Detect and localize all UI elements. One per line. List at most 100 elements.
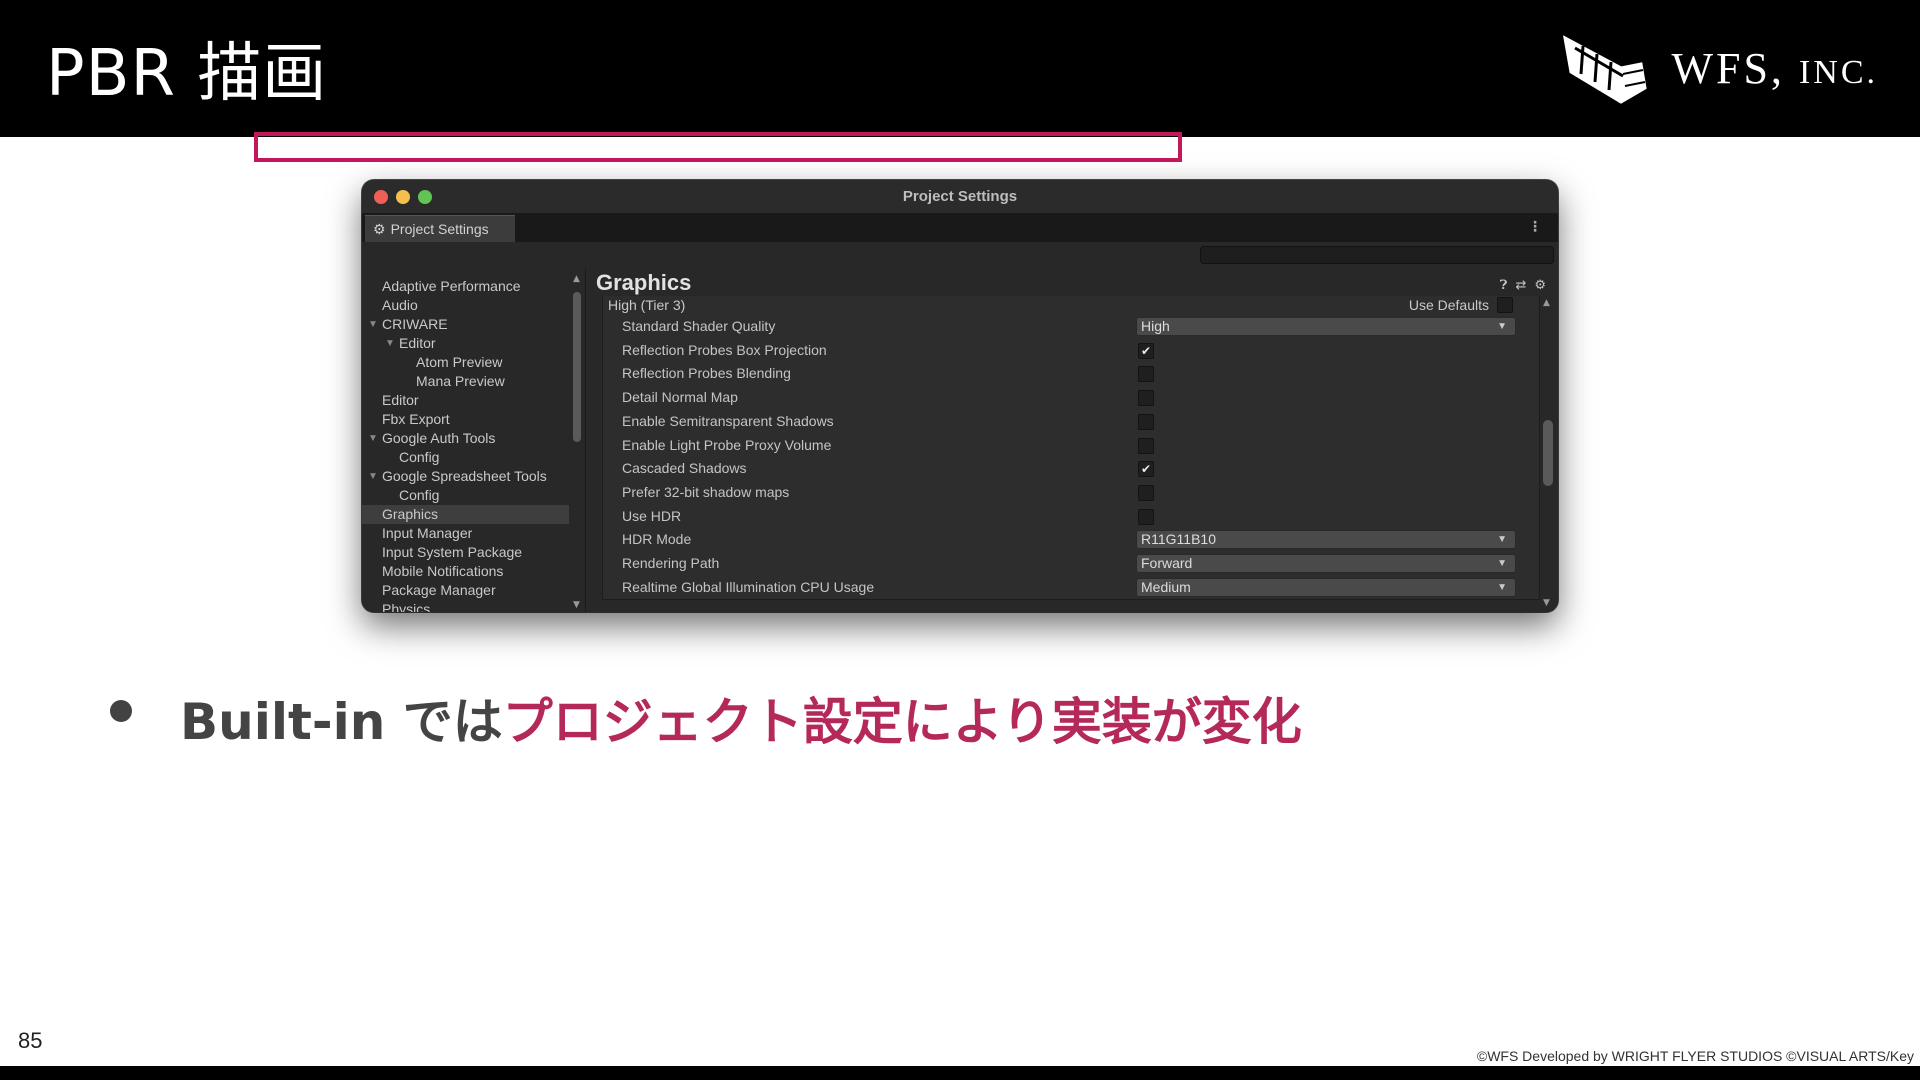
property-dropdown[interactable]: High ▼ (1136, 317, 1516, 336)
checkmark-icon: ✔ (1140, 462, 1152, 477)
property-label: HDR Mode (622, 531, 692, 548)
dropdown-caret-icon: ▼ (1497, 558, 1507, 569)
property-row: Use HDR (622, 507, 1522, 527)
foldout-arrow-icon[interactable]: ▼ (368, 315, 378, 334)
sidebar-item[interactable]: Config (362, 486, 569, 505)
property-dropdown[interactable]: Medium ▼ (1136, 577, 1516, 597)
footer-bar (0, 1066, 1920, 1080)
property-checkbox[interactable] (1138, 366, 1154, 383)
property-dropdown[interactable]: R11G11B10 ▼ (1136, 530, 1516, 550)
sidebar-item-label: Google Auth Tools (382, 430, 496, 446)
property-row: Cascaded Shadows ✔ (622, 459, 1522, 479)
dropdown-value: Forward (1141, 555, 1193, 571)
sidebar-item-label: Google Spreadsheet Tools (382, 468, 547, 484)
sidebar-item[interactable]: Graphics (362, 505, 569, 524)
scroll-up-arrow-icon[interactable]: ▲ (1543, 298, 1550, 308)
sidebar-item[interactable]: Physics (362, 600, 569, 612)
property-row: Prefer 32-bit shadow maps (622, 483, 1522, 503)
sidebar-item-label: Audio (382, 297, 418, 313)
sidebar-item-label: CRIWARE (382, 316, 448, 332)
standard-shader-quality-highlight (254, 132, 1182, 162)
sidebar-item-label: Atom Preview (416, 354, 503, 370)
sidebar-item[interactable]: Fbx Export (362, 410, 569, 429)
sidebar-item[interactable]: Atom Preview (362, 353, 569, 372)
property-row: Enable Light Probe Proxy Volume (622, 436, 1522, 456)
sidebar-item[interactable]: Mobile Notifications (362, 562, 569, 581)
sidebar-item-label: Editor (399, 335, 436, 351)
sidebar-item[interactable]: ▼ Google Spreadsheet Tools (362, 467, 569, 486)
bullet-text-lead: Built-in では (180, 693, 503, 751)
sidebar-scrollbar[interactable]: ▲ ▼ (570, 268, 584, 612)
sidebar-item[interactable]: Audio (362, 296, 569, 315)
sidebar-item[interactable]: Mana Preview (362, 372, 569, 391)
bullet-text-emphasis: プロジェクト設定により実装が変化 (502, 693, 1302, 751)
more-options-icon[interactable]: ⋮ (1528, 219, 1542, 235)
use-defaults-checkbox[interactable] (1497, 297, 1513, 313)
sidebar-item[interactable]: Adaptive Performance (362, 277, 569, 296)
dropdown-caret-icon: ▼ (1497, 534, 1507, 546)
dropdown-caret-icon: ▼ (1497, 581, 1507, 593)
property-label: Enable Semitransparent Shadows (622, 412, 834, 429)
company-name: WFS, INC. (1671, 43, 1878, 94)
settings-gear-icon[interactable]: ⚙ (1534, 278, 1546, 293)
dropdown-value: R11G11B10 (1141, 531, 1216, 548)
sidebar-item[interactable]: Package Manager (362, 581, 569, 600)
property-checkbox[interactable] (1138, 413, 1154, 430)
sidebar-item-label: Config (399, 487, 440, 503)
scroll-down-arrow-icon[interactable]: ▼ (1543, 598, 1550, 608)
property-row: Reflection Probes Blending (622, 364, 1522, 384)
foldout-arrow-icon[interactable]: ▼ (385, 334, 395, 353)
tab-project-settings[interactable]: ⚙ Project Settings (365, 215, 515, 242)
sidebar-item[interactable]: ▼ CRIWARE (362, 315, 569, 334)
sidebar-scroll-thumb[interactable] (573, 292, 581, 442)
dropdown-value: Medium (1141, 578, 1191, 595)
search-row: 🔍︎ (362, 242, 1558, 268)
property-checkbox[interactable] (1138, 390, 1154, 407)
property-row: HDR Mode R11G11B10 ▼ (622, 530, 1522, 550)
foldout-arrow-icon[interactable]: ▼ (368, 429, 378, 448)
scroll-down-arrow-icon[interactable]: ▼ (573, 600, 580, 610)
property-checkbox[interactable]: ✔ (1138, 342, 1154, 359)
property-checkbox[interactable] (1138, 437, 1154, 454)
sidebar-item[interactable]: Editor (362, 391, 569, 410)
copyright-notice: ©WFS Developed by WRIGHT FLYER STUDIOS ©… (1476, 1048, 1914, 1064)
sidebar-item[interactable]: Config (362, 448, 569, 467)
property-checkbox[interactable] (1138, 508, 1154, 525)
property-label: Cascaded Shadows (622, 460, 747, 477)
sidebar-item-label: Input System Package (382, 544, 523, 560)
search-input[interactable] (1200, 246, 1554, 264)
sidebar-item-label: Mobile Notifications (382, 563, 504, 579)
tier-foldout-label[interactable]: High (Tier 3) (608, 297, 685, 313)
property-label: Detail Normal Map (622, 389, 738, 406)
sidebar-item-label: Config (399, 449, 440, 465)
panel-scrollbar[interactable]: ▲ ▼ (1542, 298, 1554, 608)
property-row: Realtime Global Illumination CPU Usage Me… (622, 577, 1522, 598)
property-dropdown[interactable]: Forward ▼ (1136, 554, 1516, 573)
sidebar-item-label: Input Manager (382, 525, 473, 541)
use-defaults-toggle[interactable]: Use Defaults (1409, 297, 1513, 313)
sidebar-item-label: Adaptive Performance (382, 278, 521, 294)
sidebar-item[interactable]: Input System Package (362, 543, 569, 562)
use-defaults-label: Use Defaults (1408, 297, 1489, 313)
property-label: Standard Shader Quality (622, 318, 776, 334)
property-label: Use HDR (622, 507, 682, 524)
dropdown-caret-icon: ▼ (1497, 321, 1507, 332)
sidebar-item[interactable]: ▼ Google Auth Tools (362, 429, 569, 448)
property-row: Reflection Probes Box Projection ✔ (622, 341, 1522, 361)
slide-title: PBR 描画 (46, 37, 328, 111)
property-checkbox[interactable] (1138, 484, 1154, 501)
biplane-logo-icon (1563, 35, 1648, 104)
foldout-arrow-icon[interactable]: ▼ (368, 467, 378, 486)
panel-scroll-thumb[interactable] (1543, 420, 1553, 486)
slide-header: PBR 描画 WFS, INC. (0, 0, 1920, 137)
sidebar-item[interactable]: Input Manager (362, 524, 569, 543)
property-checkbox[interactable]: ✔ (1138, 461, 1154, 478)
preset-icon[interactable]: ⇄ (1515, 278, 1526, 293)
window-titlebar[interactable]: Project Settings (362, 180, 1558, 214)
sidebar-item[interactable]: ▼ Editor (362, 334, 569, 353)
help-icon[interactable]: ❓︎ (1500, 278, 1508, 293)
scroll-up-arrow-icon[interactable]: ▲ (573, 274, 580, 284)
property-row: Detail Normal Map (622, 388, 1522, 408)
tab-label: Project Settings (390, 221, 489, 237)
tab-bar: ⚙ Project Settings ⋮ (362, 214, 1558, 242)
